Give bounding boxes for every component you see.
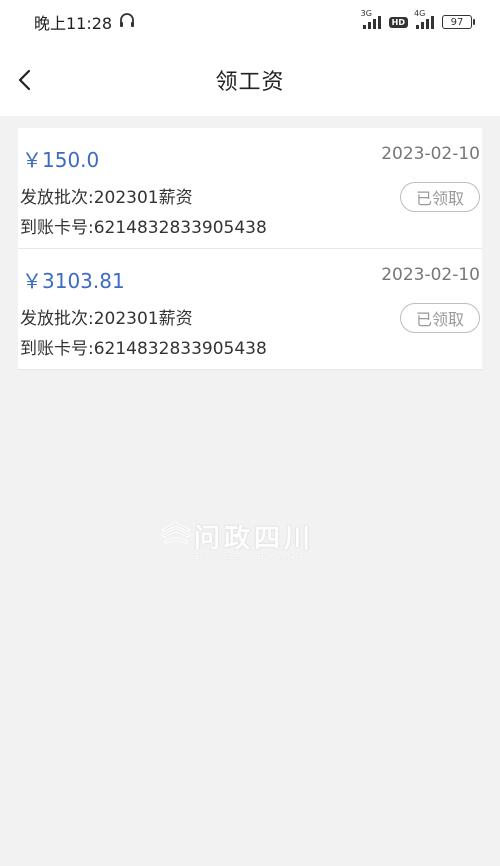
claimed-status-button[interactable]: 已领取 xyxy=(400,182,480,212)
watermark-slogan: 有问必回答 · 有求必解决 xyxy=(194,553,306,563)
nav-bar: 领工资 xyxy=(0,44,500,116)
salary-record-card[interactable]: ￥3103.81 2023-02-10 发放批次:202301薪资 到账卡号:6… xyxy=(18,249,482,370)
status-right: 3G HD 4G 97 xyxy=(361,9,475,29)
headset-icon xyxy=(118,11,136,33)
battery-icon: 97 xyxy=(442,15,475,29)
hd-badge: HD xyxy=(388,16,408,28)
chevron-left-icon xyxy=(18,69,31,91)
claimed-status-button[interactable]: 已领取 xyxy=(400,303,480,333)
status-left: 晚上11:28 xyxy=(34,10,136,34)
battery-level: 97 xyxy=(450,16,464,28)
card-number-text: 到账卡号:6214832833905438 xyxy=(20,218,267,238)
batch-text: 发放批次:202301薪资 xyxy=(20,309,193,329)
net-type-1: 3G xyxy=(360,9,372,18)
net-type-2: 4G xyxy=(414,9,426,18)
amount: ￥150.0 xyxy=(22,148,100,172)
salary-record-card[interactable]: ￥150.0 2023-02-10 发放批次:202301薪资 到账卡号:621… xyxy=(18,128,482,249)
watermark-logo-icon xyxy=(162,522,190,544)
batch-text: 发放批次:202301薪资 xyxy=(20,188,193,208)
signal-4g-icon: 4G xyxy=(414,9,434,29)
clock: 晚上11:28 xyxy=(34,14,113,33)
signal-3g-icon: 3G xyxy=(361,9,381,29)
date: 2023-02-10 xyxy=(381,265,480,285)
card-number-text: 到账卡号:6214832833905438 xyxy=(20,339,267,359)
back-button[interactable] xyxy=(14,68,38,92)
status-bar: 晚上11:28 3G HD 4G 97 xyxy=(0,0,500,44)
watermark: 问政四川 有问必回答 · 有求必解决 xyxy=(160,518,340,568)
amount: ￥3103.81 xyxy=(22,269,125,293)
page-title: 领工资 xyxy=(215,70,285,95)
date: 2023-02-10 xyxy=(381,144,480,164)
salary-record-list: ￥150.0 2023-02-10 发放批次:202301薪资 到账卡号:621… xyxy=(18,128,482,370)
